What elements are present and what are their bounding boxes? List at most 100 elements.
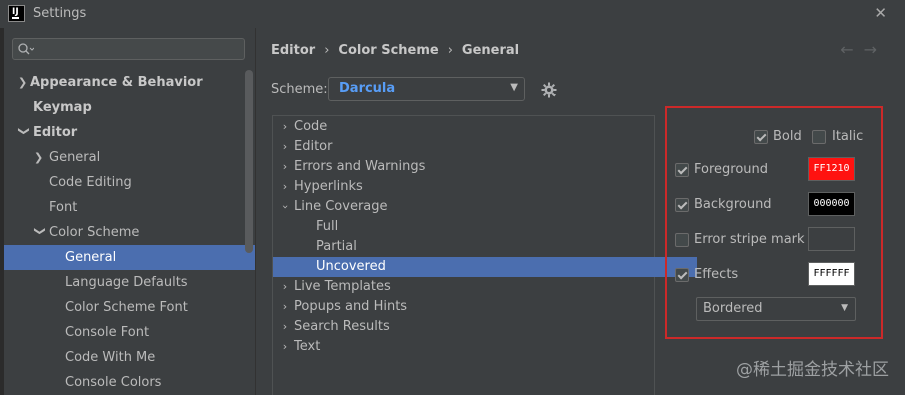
bold-checkbox[interactable]	[754, 130, 768, 144]
search-icon	[18, 43, 34, 55]
tree-item-live-templates[interactable]: › Live Templates	[273, 277, 657, 297]
settings-sidebar: ❯ Appearance & Behavior Keymap ❯ Editor ❯ G…	[4, 28, 315, 395]
chevron-right-icon: ›	[282, 180, 288, 193]
breadcrumb-general: General	[461, 43, 520, 58]
tree-item-label: Uncovered	[316, 259, 386, 274]
chevron-right-icon: ›	[282, 280, 288, 293]
search-input[interactable]	[41, 40, 240, 60]
forward-arrow-icon[interactable]: →	[864, 40, 887, 59]
sidebar-item-color-scheme[interactable]: ❯ Color Scheme	[4, 220, 284, 245]
sidebar-item-label: Color Scheme	[49, 225, 140, 240]
title-bar: IJ Settings ✕	[0, 0, 905, 28]
tree-item-label: Partial	[316, 239, 357, 254]
sidebar-item-label: Editor	[33, 125, 78, 140]
tree-item-label: Full	[316, 219, 339, 234]
chevron-down-icon: ❯	[33, 226, 47, 236]
tree-item-label: Errors and Warnings	[294, 159, 426, 174]
chevron-right-icon: ›	[282, 140, 288, 153]
tree-item-label: Live Templates	[294, 279, 391, 294]
error-stripe-label: Error stripe mark	[694, 232, 805, 247]
chevron-right-icon: ❯	[34, 151, 44, 164]
window-title: Settings	[33, 6, 87, 21]
sidebar-item-label: Color Scheme Font	[65, 300, 188, 315]
sidebar-item-label: Console Font	[65, 325, 150, 340]
tree-item-uncovered[interactable]: Uncovered	[273, 257, 697, 277]
chevron-right-icon: ›	[282, 300, 288, 313]
dropdown-caret-icon: ▼	[841, 303, 848, 313]
breadcrumb-separator: ›	[447, 43, 453, 58]
sidebar-item-label: General	[65, 250, 117, 265]
sidebar-item-label: Font	[49, 200, 78, 215]
tree-item-hyperlinks[interactable]: › Hyperlinks	[273, 177, 657, 197]
sidebar-item-keymap[interactable]: Keymap	[4, 95, 283, 120]
back-arrow-icon[interactable]: ←	[840, 40, 863, 59]
history-navigation: ←→	[840, 40, 887, 59]
background-checkbox[interactable]	[675, 198, 689, 212]
main-panel: Editor › Color Scheme › General ←→ Scheme: D…	[255, 28, 905, 395]
breadcrumb: Editor › Color Scheme › General	[271, 43, 519, 58]
effects-checkbox[interactable]	[675, 268, 689, 282]
sidebar-item-label: Console Colors	[65, 375, 162, 390]
scheme-label: Scheme:	[271, 82, 328, 97]
chevron-right-icon: ❯	[18, 76, 28, 89]
tree-item-line-coverage[interactable]: › Line Coverage	[273, 197, 657, 217]
tree-item-label: Search Results	[294, 319, 390, 334]
sidebar-item-label: Language Defaults	[65, 275, 188, 290]
gear-icon[interactable]	[541, 82, 557, 98]
italic-checkbox[interactable]	[812, 130, 826, 144]
tree-item-full[interactable]: Full	[273, 217, 697, 237]
sidebar-item-label: Code With Me	[65, 350, 156, 365]
sidebar-item-label: Keymap	[33, 100, 92, 115]
dropdown-caret-icon: ▼	[510, 82, 518, 93]
effects-color-swatch[interactable]: FFFFFF	[808, 262, 855, 286]
tree-item-errors-warnings[interactable]: › Errors and Warnings	[273, 157, 657, 177]
sidebar-item-label: Code Editing	[49, 175, 132, 190]
tree-item-label: Line Coverage	[294, 199, 388, 214]
chevron-down-icon: ›	[279, 204, 292, 210]
breadcrumb-color-scheme: Color Scheme	[338, 43, 439, 58]
watermark: @稀土掘金技术社区	[736, 360, 889, 380]
chevron-down-icon: ❯	[17, 126, 31, 136]
close-icon[interactable]: ✕	[874, 4, 887, 22]
effect-type-dropdown[interactable]: Bordered ▼	[696, 297, 856, 321]
effect-type-value: Bordered	[703, 301, 763, 316]
scheme-dropdown[interactable]: Darcula ▼	[328, 77, 525, 101]
tree-item-code[interactable]: › Code	[273, 117, 657, 137]
sidebar-item-general[interactable]: ❯ General	[4, 145, 284, 170]
tree-item-editor[interactable]: › Editor	[273, 137, 657, 157]
chevron-right-icon: ›	[282, 160, 288, 173]
foreground-label: Foreground	[694, 162, 769, 177]
italic-label: Italic	[832, 129, 864, 144]
breadcrumb-editor: Editor	[271, 43, 316, 58]
breadcrumb-separator: ›	[324, 43, 330, 58]
sidebar-item-appearance-behavior[interactable]: ❯ Appearance & Behavior	[4, 70, 268, 95]
attribute-properties-panel: Bold Italic Foreground FF1210 Background…	[665, 106, 883, 339]
background-label: Background	[694, 197, 772, 212]
tree-item-label: Text	[294, 339, 321, 354]
color-category-tree: › Code › Editor › Errors and Warnings › Hype…	[272, 115, 697, 395]
foreground-color-swatch[interactable]: FF1210	[808, 157, 855, 181]
background-color-swatch[interactable]: 000000	[808, 192, 855, 216]
sidebar-item-label: Appearance & Behavior	[30, 75, 203, 90]
chevron-right-icon: ›	[282, 320, 288, 333]
tree-item-label: Editor	[294, 139, 333, 154]
bold-label: Bold	[773, 129, 802, 144]
intellij-logo-icon: IJ	[8, 5, 25, 22]
tree-item-partial[interactable]: Partial	[273, 237, 697, 257]
tree-item-label: Popups and Hints	[294, 299, 408, 314]
chevron-right-icon: ›	[282, 120, 288, 133]
tree-item-label: Hyperlinks	[294, 179, 363, 194]
chevron-right-icon: ›	[282, 340, 288, 353]
sidebar-item-editor[interactable]: ❯ Editor	[4, 120, 268, 145]
tree-item-label: Code	[294, 119, 328, 134]
error-stripe-checkbox[interactable]	[675, 233, 689, 247]
foreground-checkbox[interactable]	[675, 163, 689, 177]
tree-item-popups-hints[interactable]: › Popups and Hints	[273, 297, 657, 317]
effects-label: Effects	[694, 267, 739, 282]
error-stripe-color-swatch[interactable]	[808, 227, 855, 251]
sidebar-item-label: General	[49, 150, 101, 165]
sidebar-scrollbar[interactable]	[245, 70, 253, 253]
settings-search[interactable]	[12, 38, 245, 60]
tree-item-text[interactable]: › Text	[273, 337, 657, 357]
tree-item-search-results[interactable]: › Search Results	[273, 317, 657, 337]
